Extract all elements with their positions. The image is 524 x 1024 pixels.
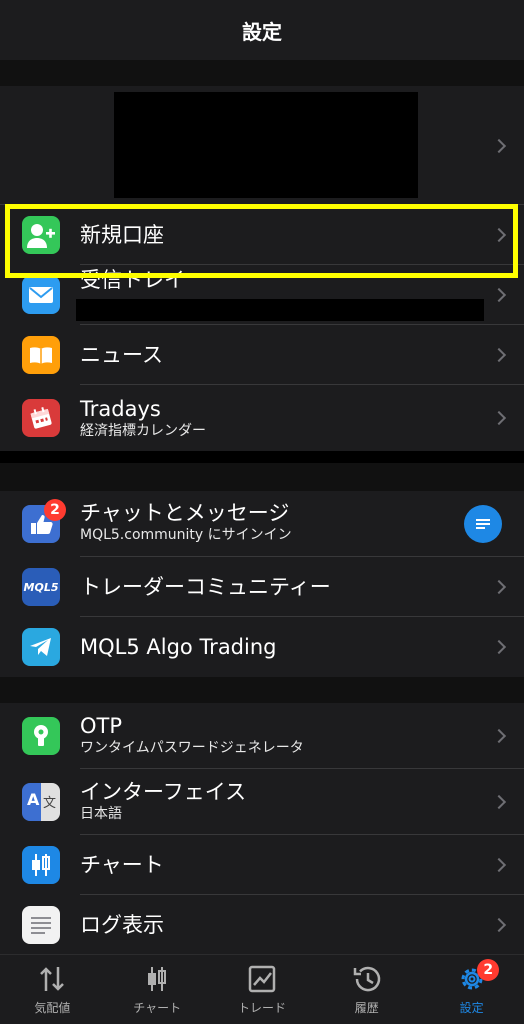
chevron-right-icon — [491, 728, 507, 744]
document-icon — [22, 906, 60, 944]
tab-history-label: 履歴 — [354, 1001, 379, 1015]
algo-trading-row[interactable]: MQL5 Algo Trading — [0, 617, 524, 677]
tab-history[interactable]: 履歴 — [314, 955, 419, 1024]
new-account-row[interactable]: 新規口座 — [0, 205, 524, 265]
chat-bubble-icon[interactable] — [464, 505, 502, 543]
trader-community-label: トレーダーコミュニティー — [80, 575, 331, 599]
candlestick-icon — [22, 846, 60, 884]
interface-label: インターフェイス — [80, 780, 247, 804]
section-gap — [0, 463, 524, 491]
charts-row[interactable]: チャート — [0, 835, 524, 895]
chevron-right-icon — [491, 857, 507, 873]
tradays-sublabel: 経済指標カレンダー — [80, 423, 206, 439]
chevron-right-icon — [491, 138, 507, 153]
settings-group-app: OTP ワンタイムパスワードジェネレータ A 文 インターフェイス 日本語 チャ… — [0, 703, 524, 955]
tab-settings-label: 設定 — [459, 1001, 484, 1015]
chart-icon — [148, 967, 167, 991]
add-user-icon — [22, 216, 60, 254]
tab-chart-label: チャート — [133, 1001, 182, 1015]
tradays-label: Tradays — [80, 397, 161, 421]
calendar-icon — [22, 399, 60, 437]
account-row[interactable] — [0, 86, 524, 205]
chevron-right-icon — [491, 794, 507, 810]
telegram-icon — [22, 628, 60, 666]
journal-label: ログ表示 — [80, 913, 164, 937]
mail-icon — [22, 276, 60, 314]
section-gap — [0, 60, 524, 86]
tab-trade[interactable]: トレード — [210, 955, 315, 1024]
trader-community-row[interactable]: MQL5 トレーダーコミュニティー — [0, 557, 524, 617]
page-title: 設定 — [242, 19, 282, 44]
keyhole-icon — [22, 717, 60, 755]
mailbox-row[interactable]: 受信トレイ — [0, 265, 524, 325]
header: 設定 — [0, 0, 524, 60]
mql5-logo-icon: MQL5 — [22, 568, 60, 606]
tab-trade-label: トレード — [237, 1001, 286, 1015]
settings-badge: 2 — [477, 959, 500, 981]
chevron-right-icon — [491, 347, 507, 363]
redacted-mailbox-info — [76, 299, 484, 321]
news-label: ニュース — [80, 343, 163, 367]
tab-settings[interactable]: 設定 2 — [419, 955, 524, 1024]
tab-quotes-label: 気配値 — [34, 1001, 71, 1015]
language-icon: A 文 — [22, 783, 60, 821]
journal-row[interactable]: ログ表示 — [0, 895, 524, 955]
chevron-right-icon — [491, 287, 507, 303]
chat-label: チャットとメッセージ — [80, 501, 290, 525]
charts-label: チャート — [80, 853, 164, 877]
chat-sublabel: MQL5.community にサインイン — [80, 527, 292, 543]
tradays-row[interactable]: Tradays 経済指標カレンダー — [0, 385, 524, 451]
tab-bar: 気配値 チャート トレード 履歴 設定 2 — [0, 954, 524, 1024]
otp-row[interactable]: OTP ワンタイムパスワードジェネレータ — [0, 703, 524, 769]
chevron-right-icon — [491, 410, 507, 426]
algo-trading-label: MQL5 Algo Trading — [80, 635, 277, 659]
chevron-right-icon — [491, 579, 507, 595]
tab-quotes[interactable]: 気配値 — [0, 955, 105, 1024]
chat-badge: 2 — [44, 499, 66, 521]
new-account-label: 新規口座 — [80, 223, 164, 247]
interface-sublabel: 日本語 — [80, 806, 122, 822]
quotes-icon — [40, 967, 65, 991]
chat-row[interactable]: 2 チャットとメッセージ MQL5.community にサインイン — [0, 491, 524, 557]
chevron-right-icon — [491, 917, 507, 933]
news-row[interactable]: ニュース — [0, 325, 524, 385]
chevron-right-icon — [491, 227, 507, 243]
settings-group-account: 新規口座 受信トレイ ニュース Tradays 経済指標カレンダー — [0, 86, 524, 451]
book-icon — [22, 336, 60, 374]
chevron-right-icon — [491, 639, 507, 655]
settings-group-community: 2 チャットとメッセージ MQL5.community にサインイン MQL5 … — [0, 491, 524, 677]
redacted-account-info — [114, 92, 418, 198]
otp-label: OTP — [80, 714, 123, 738]
otp-sublabel: ワンタイムパスワードジェネレータ — [80, 740, 304, 756]
tab-chart[interactable]: チャート — [105, 955, 210, 1024]
trade-icon — [248, 965, 276, 993]
interface-row[interactable]: A 文 インターフェイス 日本語 — [0, 769, 524, 835]
mailbox-label: 受信トレイ — [80, 268, 185, 292]
history-icon — [353, 966, 381, 992]
section-gap — [0, 677, 524, 703]
